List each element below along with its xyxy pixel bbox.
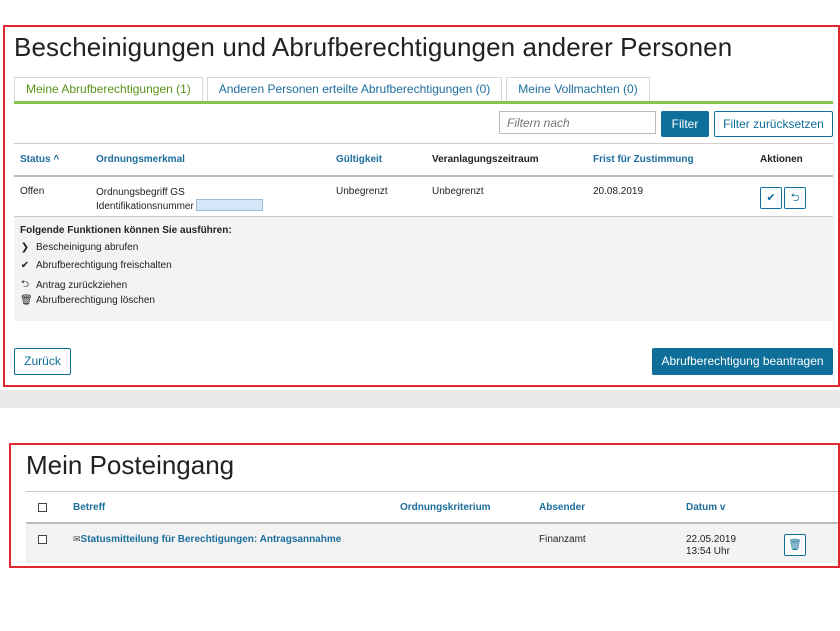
- sort-asc-icon: ^: [53, 154, 60, 165]
- filter-input[interactable]: [499, 111, 656, 134]
- sort-desc-icon: v: [719, 502, 726, 513]
- message-date: 22.05.2019 13:54 Uhr: [686, 534, 737, 557]
- ordnungsbegriff-text: Ordnungsbegriff GS: [96, 187, 185, 198]
- filter-button[interactable]: Filter: [661, 111, 709, 137]
- row-ordnungsmerkmal: Ordnungsbegriff GS Identifikationsnummer: [96, 186, 263, 213]
- message-subject-link[interactable]: ✉Statusmitteilung für Berechtigungen: An…: [73, 534, 341, 545]
- approve-button[interactable]: ✔: [760, 187, 782, 209]
- col-ordnungsmerkmal[interactable]: Ordnungsmerkmal: [96, 154, 185, 165]
- function-approve: ✔ Abrufberechtigung freischalten: [20, 260, 172, 271]
- col-ordnungskriterium[interactable]: Ordnungskriterium: [400, 502, 491, 513]
- back-button[interactable]: Zurück: [14, 348, 71, 375]
- function-delete: 🗑 Abrufberechtigung löschen: [20, 295, 155, 306]
- function-fetch-certificate: ❯ Bescheinigung abrufen: [20, 242, 139, 253]
- select-all-checkbox[interactable]: [38, 503, 47, 512]
- col-betreff[interactable]: Betreff: [73, 502, 105, 513]
- col-aktionen: Aktionen: [760, 154, 803, 165]
- inbox-table-top: [26, 491, 840, 492]
- inbox-panel: [0, 408, 840, 631]
- col-gueltigkeit[interactable]: Gültigkeit: [336, 154, 382, 165]
- page-title: Bescheinigungen und Abrufberechtigungen …: [14, 32, 733, 62]
- header-divider: [14, 175, 833, 177]
- tab-underline: [14, 101, 833, 104]
- redacted-id-box: [195, 199, 263, 211]
- function-withdraw: ⮌ Antrag zurückziehen: [20, 277, 127, 294]
- chevron-right-icon: ❯: [20, 242, 30, 253]
- table-top-divider: [14, 143, 833, 144]
- tab-bar: Meine Abrufberechtigungen (1) Anderen Pe…: [14, 77, 650, 101]
- col-datum[interactable]: Datum v: [686, 502, 725, 513]
- tab-my-powers-of-attorney[interactable]: Meine Vollmachten (0): [506, 77, 650, 101]
- inbox-title: Mein Posteingang: [26, 450, 235, 480]
- undo-icon: ⮌: [20, 279, 29, 290]
- col-veranlagungszeitraum: Veranlagungszeitraum: [432, 154, 539, 165]
- tab-my-permissions[interactable]: Meine Abrufberechtigungen (1): [14, 77, 203, 101]
- col-status[interactable]: Status ^: [20, 154, 59, 165]
- row-checkbox[interactable]: [38, 535, 47, 544]
- envelope-icon: ✉: [73, 534, 81, 544]
- row-gueltigkeit: Unbegrenzt: [336, 186, 388, 197]
- check-icon: ✔: [20, 260, 30, 271]
- trash-icon: 🗑: [788, 539, 802, 551]
- withdraw-button[interactable]: ⮌: [784, 187, 806, 209]
- undo-icon: ⮌: [790, 192, 800, 204]
- identifikationsnummer-label: Identifikationsnummer: [96, 201, 194, 212]
- row-frist: 20.08.2019: [593, 186, 644, 197]
- functions-title: Folgende Funktionen können Sie ausführen…: [20, 225, 232, 236]
- row-status: Offen: [20, 186, 45, 197]
- delete-message-button[interactable]: 🗑: [784, 534, 806, 556]
- col-frist[interactable]: Frist für Zustimmung: [593, 154, 694, 165]
- check-icon: ✔: [766, 192, 776, 204]
- reset-filter-button[interactable]: Filter zurücksetzen: [714, 111, 833, 137]
- request-permission-button[interactable]: Abrufberechtigung beantragen: [652, 348, 833, 375]
- col-absender[interactable]: Absender: [539, 502, 585, 513]
- message-sender: Finanzamt: [539, 534, 586, 545]
- tab-granted-permissions[interactable]: Anderen Personen erteilte Abrufberechtig…: [206, 77, 503, 101]
- row-zeitraum: Unbegrenzt: [432, 186, 484, 197]
- trash-icon: 🗑: [20, 295, 33, 306]
